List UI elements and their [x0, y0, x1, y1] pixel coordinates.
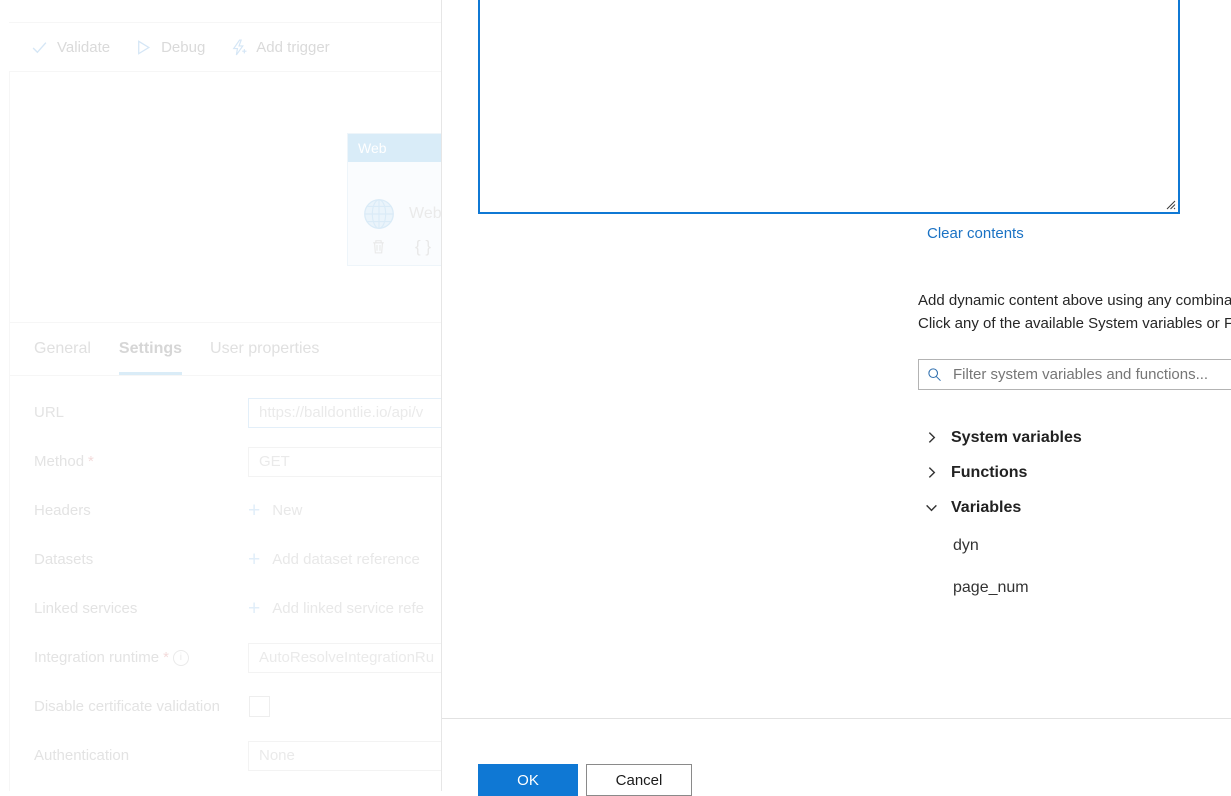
chevron-right-icon	[925, 431, 938, 444]
add-dataset-reference-button[interactable]: + Add dataset reference	[248, 547, 420, 571]
help-text-line2: Click any of the available System variab…	[918, 315, 1231, 332]
debug-button[interactable]: Debug	[135, 39, 205, 56]
play-icon	[135, 39, 152, 56]
lightning-plus-icon	[230, 38, 247, 56]
filter-input[interactable]	[951, 365, 1231, 384]
filter-row: +	[918, 359, 1231, 390]
info-icon[interactable]: i	[172, 649, 189, 666]
tree-group-label: Functions	[951, 463, 1028, 481]
disable-certificate-validation-checkbox[interactable]	[249, 696, 270, 717]
tree-group-variables[interactable]: Variables	[918, 490, 1231, 525]
headers-label: Headers	[34, 502, 91, 519]
headers-new-button[interactable]: + New	[248, 498, 302, 522]
add-trigger-button[interactable]: Add trigger	[230, 38, 330, 56]
tab-settings[interactable]: Settings	[118, 323, 183, 375]
expression-editor-wrap	[478, 0, 1180, 214]
check-icon	[31, 39, 48, 56]
validate-label: Validate	[57, 38, 111, 56]
add-trigger-label: Add trigger	[256, 38, 330, 56]
ok-button[interactable]: OK	[478, 764, 578, 796]
tree-group-label: Variables	[951, 498, 1022, 516]
authentication-label: Authentication	[34, 747, 130, 764]
app-root: Validate Debug Add trigger Web Web1 {} …	[0, 0, 1231, 796]
chevron-right-icon	[925, 466, 938, 479]
tree-item-dyn[interactable]: dyn	[918, 525, 1231, 567]
required-marker: *	[163, 649, 169, 666]
chevron-down-icon	[925, 501, 938, 514]
method-label: Method *	[34, 453, 94, 470]
code-braces-icon[interactable]: { }	[415, 238, 431, 260]
clear-contents-link[interactable]: Clear contents	[927, 225, 1024, 242]
tree-group-functions[interactable]: Functions	[918, 455, 1231, 490]
plus-icon: +	[248, 498, 261, 522]
url-label: URL	[34, 404, 65, 421]
panel-footer: OK Cancel	[442, 718, 1231, 796]
filter-box[interactable]	[918, 359, 1231, 390]
integration-runtime-label: Integration runtime * i	[34, 649, 248, 666]
dynamic-content-panel: Clear contents Add dynamic content above…	[441, 0, 1231, 796]
help-text-pre: Add dynamic content above using any comb…	[918, 292, 1231, 309]
web-activity-tools: { }	[370, 238, 431, 260]
globe-icon	[360, 195, 398, 233]
validate-button[interactable]: Validate	[31, 39, 110, 56]
linked-services-label: Linked services	[34, 600, 138, 617]
tree-group-system-variables[interactable]: System variables	[918, 420, 1231, 455]
expression-textarea[interactable]	[478, 0, 1180, 214]
add-linked-service-reference-button[interactable]: + Add linked service refe	[248, 596, 424, 620]
dynamic-content-tree: System variables Functions Variables dyn…	[918, 420, 1231, 609]
tree-item-page-num[interactable]: page_num	[918, 567, 1231, 609]
required-marker: *	[88, 453, 94, 470]
delete-icon[interactable]	[370, 238, 387, 260]
tree-group-label: System variables	[951, 428, 1082, 446]
search-icon	[927, 367, 942, 382]
plus-icon: +	[248, 547, 261, 571]
disable-certificate-validation-label: Disable certificate validation	[34, 698, 220, 715]
dynamic-content-help: Add dynamic content above using any comb…	[918, 289, 1231, 335]
debug-label: Debug	[161, 38, 206, 56]
cancel-button[interactable]: Cancel	[586, 764, 692, 796]
datasets-label: Datasets	[34, 551, 94, 568]
plus-icon: +	[248, 596, 261, 620]
tab-general[interactable]: General	[34, 323, 91, 375]
tab-user-properties[interactable]: User properties	[210, 323, 319, 375]
